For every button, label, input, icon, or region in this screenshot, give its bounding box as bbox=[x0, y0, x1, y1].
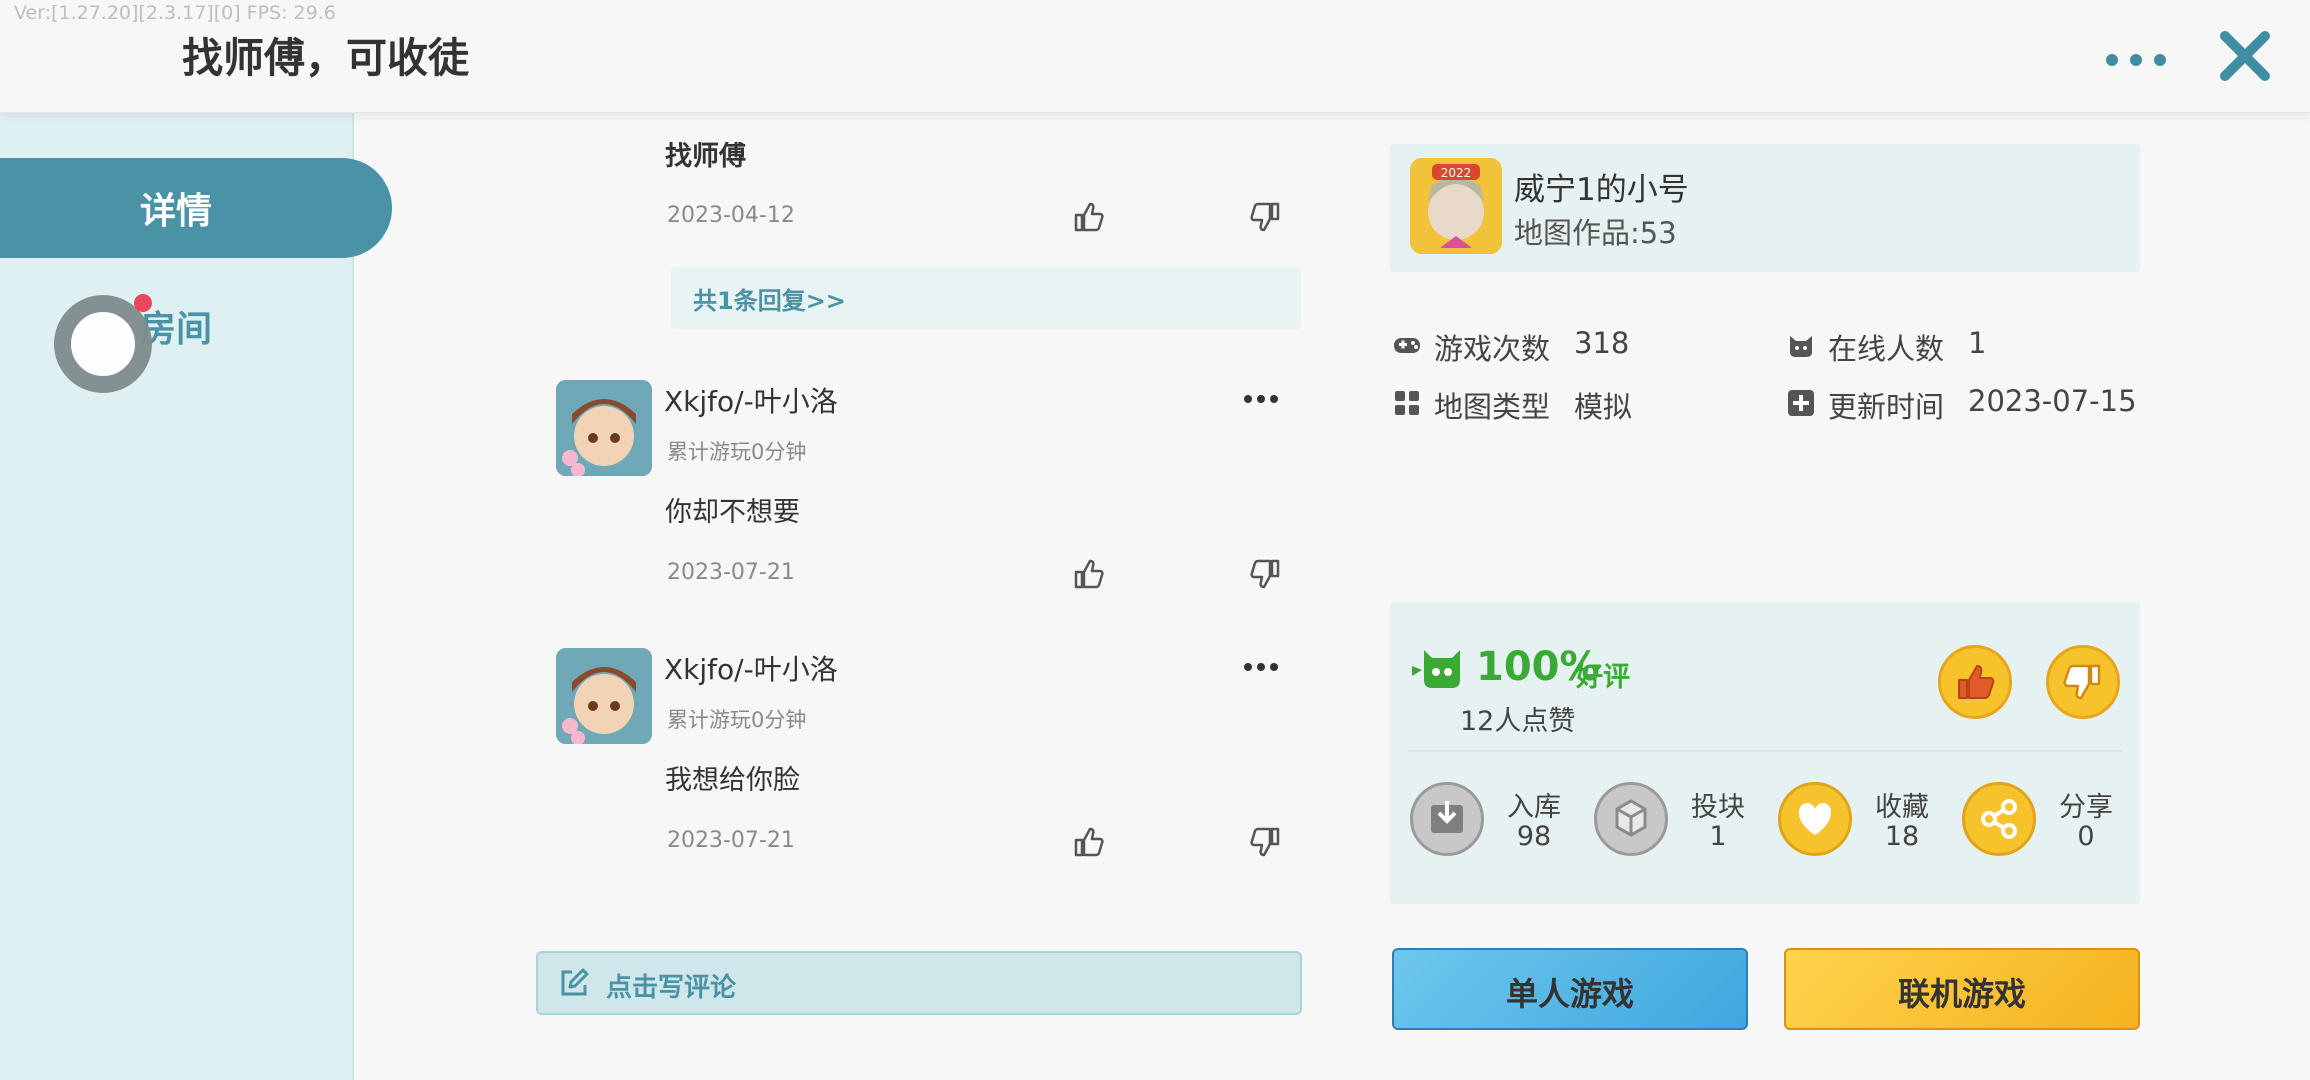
like-icon[interactable] bbox=[1072, 825, 1106, 859]
gamepad-icon bbox=[1394, 338, 1420, 353]
single-player-label: 单人游戏 bbox=[1505, 975, 1634, 1013]
write-comment-button[interactable]: 点击写评论 bbox=[536, 951, 1302, 1015]
thumbs-up-button[interactable] bbox=[1938, 645, 2012, 719]
dislike-icon[interactable] bbox=[1248, 200, 1282, 234]
online-value: 1 bbox=[1968, 326, 1987, 360]
dislike-icon[interactable] bbox=[1248, 557, 1282, 591]
comment-more-icon[interactable] bbox=[1244, 662, 1278, 672]
action-count: 18 bbox=[1884, 821, 1920, 852]
comment-text: 我想给你脸 bbox=[665, 765, 800, 796]
green-mascot-icon bbox=[1412, 650, 1460, 688]
notification-dot bbox=[134, 294, 152, 312]
map-type-icon bbox=[1395, 391, 1419, 415]
header-bar: 找师傅，可收徒 bbox=[0, 0, 2310, 113]
action-label: 投块 bbox=[1691, 792, 1745, 823]
avatar[interactable] bbox=[556, 380, 652, 476]
avatar[interactable] bbox=[556, 648, 652, 744]
favorite-button[interactable] bbox=[1778, 782, 1852, 856]
action-label: 分享 bbox=[2059, 792, 2113, 823]
multiplayer-button[interactable]: 联机游戏 bbox=[1784, 948, 2140, 1030]
action-count: 1 bbox=[1709, 821, 1727, 852]
like-icon[interactable] bbox=[1072, 200, 1106, 234]
comment-playtime: 累计游玩0分钟 bbox=[667, 440, 807, 464]
tab-detail-label: 详情 bbox=[139, 191, 212, 232]
updated-label: 更新时间 bbox=[1828, 390, 1945, 424]
add-library-button[interactable] bbox=[1410, 782, 1484, 856]
online-cat-icon bbox=[1790, 336, 1812, 357]
divider bbox=[1408, 750, 2122, 752]
author-name[interactable]: 威宁1的小号 bbox=[1514, 164, 1689, 209]
author-avatar[interactable]: 2022 bbox=[1410, 158, 1502, 254]
update-plus-icon bbox=[1788, 390, 1814, 416]
rating-percent-label: 好评 bbox=[1576, 662, 1630, 693]
comment-more-icon[interactable] bbox=[1244, 394, 1278, 404]
action-label: 入库 bbox=[1507, 792, 1561, 823]
online-label: 在线人数 bbox=[1828, 332, 1945, 366]
plays-value: 318 bbox=[1574, 326, 1630, 360]
dislike-icon[interactable] bbox=[1248, 825, 1282, 859]
comment-date: 2023-07-21 bbox=[667, 828, 795, 853]
action-label: 收藏 bbox=[1875, 792, 1929, 823]
download-icon bbox=[1431, 801, 1463, 833]
thumbs-down-icon bbox=[2063, 664, 2101, 700]
map-type-value: 模拟 bbox=[1574, 390, 1633, 424]
comment-date: 2023-04-12 bbox=[667, 203, 795, 228]
comment-date: 2023-07-21 bbox=[667, 560, 795, 585]
page-title: 找师傅，可收徒 bbox=[182, 34, 469, 82]
comment-text: 找师傅 bbox=[665, 141, 746, 172]
rating-panel: 100% 好评 12人点赞 入库 98 投块 1 收藏 18 分享 0 bbox=[1390, 602, 2140, 904]
thumbs-down-button[interactable] bbox=[2046, 645, 2120, 719]
heart-icon bbox=[1798, 803, 1832, 835]
multiplayer-label: 联机游戏 bbox=[1897, 975, 2026, 1013]
reply-link[interactable]: 共1条回复>> bbox=[671, 267, 1301, 329]
write-comment-label: 点击写评论 bbox=[606, 973, 737, 1003]
comment-text: 你却不想要 bbox=[665, 497, 800, 528]
single-player-button[interactable]: 单人游戏 bbox=[1392, 948, 1748, 1030]
comment-user[interactable]: Xkjfo/-叶小洛 bbox=[664, 380, 838, 420]
author-card[interactable]: 2022 威宁1的小号 地图作品:53 bbox=[1390, 144, 2140, 272]
share-icon bbox=[1981, 799, 2017, 839]
updated-value: 2023-07-15 bbox=[1968, 384, 2137, 418]
action-count: 0 bbox=[2077, 821, 2095, 852]
comment-user[interactable]: Xkjfo/-叶小洛 bbox=[664, 648, 838, 688]
more-dots-icon[interactable] bbox=[2106, 40, 2166, 80]
plays-label: 游戏次数 bbox=[1434, 332, 1551, 366]
author-badge-year: 2022 bbox=[1441, 166, 1472, 180]
thumbs-up-icon bbox=[1958, 665, 1995, 699]
share-button[interactable] bbox=[1962, 782, 2036, 856]
debug-version-text: Ver:[1.27.20][2.3.17][0] FPS: 29.6 bbox=[14, 2, 336, 24]
edit-icon bbox=[561, 968, 589, 996]
like-icon[interactable] bbox=[1072, 557, 1106, 591]
comment-playtime: 累计游玩0分钟 bbox=[667, 708, 807, 732]
throw-block-button[interactable] bbox=[1594, 782, 1668, 856]
close-icon[interactable] bbox=[2215, 26, 2275, 86]
author-works: 地图作品:53 bbox=[1514, 216, 1677, 250]
map-type-label: 地图类型 bbox=[1434, 390, 1551, 424]
likes-count: 12人点赞 bbox=[1460, 706, 1576, 737]
action-count: 98 bbox=[1516, 821, 1552, 852]
reply-link-label: 共1条回复>> bbox=[693, 287, 846, 315]
tab-detail[interactable]: 详情 bbox=[0, 158, 392, 258]
block-icon bbox=[1615, 799, 1647, 837]
